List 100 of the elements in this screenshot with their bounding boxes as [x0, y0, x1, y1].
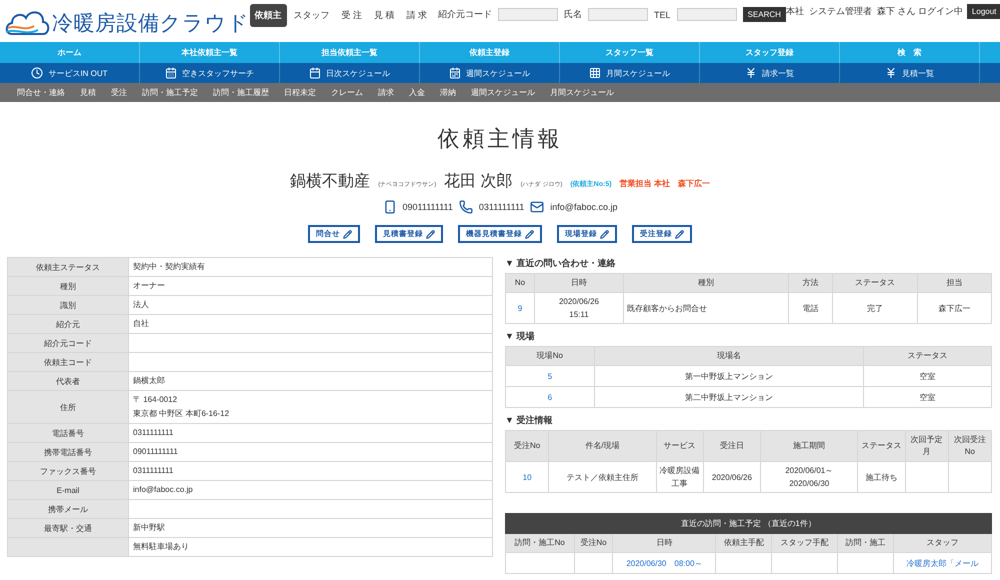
pencil-icon: [525, 230, 534, 239]
pencil-icon: [426, 230, 435, 239]
nav-link[interactable]: 週間スケジュール: [471, 87, 535, 98]
column-header: 受注日: [703, 430, 761, 462]
column-header: 受注No: [574, 534, 613, 553]
column-header: 訪問・施工: [838, 534, 894, 553]
nav-link[interactable]: 見積: [80, 87, 96, 98]
table-cell: 空室: [864, 386, 992, 408]
nav-link[interactable]: 入金: [409, 87, 425, 98]
field-value: 新中野駅: [133, 522, 166, 534]
field-value: 0311111111: [133, 427, 174, 440]
column-header: 日時: [534, 274, 624, 293]
nav-link[interactable]: 月間スケジュール: [550, 87, 614, 98]
link-cell[interactable]: 冷暖房太郎「メール: [893, 552, 992, 574]
field-label: 紹介元: [8, 314, 128, 334]
field-label: 代表者: [8, 372, 128, 391]
field-value: 09011111111: [133, 446, 179, 458]
field-value: 東京都 中野区 本町6-16-12: [133, 408, 230, 420]
menu-tab[interactable]: 見 積: [369, 4, 400, 27]
mail-icon: [530, 200, 544, 214]
table-cell: 空室: [864, 366, 992, 387]
column-header: 次回受注No: [948, 430, 992, 462]
column-header: ステータス: [832, 274, 918, 293]
column-header: 次回予定月: [905, 430, 948, 462]
field-value: 鍋横太郎: [133, 375, 166, 388]
pencil-icon: [675, 230, 684, 239]
field-label: 氏名: [564, 8, 582, 21]
table-cell: 既存顧客からお問合せ: [624, 292, 789, 324]
column-header: サービス: [656, 430, 704, 462]
column-header: スタッフ: [893, 534, 992, 553]
field-label: ファックス番号: [8, 462, 128, 481]
link-cell[interactable]: 2020/06/30 08:00～: [612, 552, 716, 574]
nav-link[interactable]: 訪問・施工履歴: [213, 87, 269, 98]
field-label: 住所: [8, 390, 128, 424]
nav-link[interactable]: 日程未定: [284, 87, 316, 98]
search-field[interactable]: [498, 8, 558, 21]
pencil-icon: [600, 230, 609, 239]
grid-icon: [589, 67, 601, 80]
field-label: 携帯メール: [8, 500, 128, 519]
column-header: 依頼主手配: [716, 534, 772, 553]
phone-icon: [458, 200, 473, 214]
column-header: No: [506, 274, 534, 293]
logo-text: 冷暖房設備クラウド: [52, 11, 250, 37]
nav-link[interactable]: 問合せ・連絡: [17, 87, 65, 98]
table-cell: 2020/06/26 15:11: [534, 292, 624, 324]
column-header: 現場No: [506, 346, 594, 366]
user-info: 本社 システム管理者 森下 さん ログイン中: [786, 5, 963, 18]
pencil-icon: [343, 230, 352, 239]
menu-tab[interactable]: 依頼主: [250, 4, 286, 27]
field-value: 無料駐車場あり: [133, 541, 190, 554]
smartphone-icon: [382, 200, 397, 214]
link-cell[interactable]: 9: [506, 292, 534, 324]
column-header: 受注No: [506, 430, 549, 462]
column-header: 種別: [624, 274, 789, 293]
table-cell: 2020/06/26: [703, 462, 761, 493]
table-cell: 2020/06/01～ 2020/06/30: [760, 462, 858, 493]
field-label: E-mail: [8, 480, 128, 500]
menu-tab[interactable]: 受 注: [336, 4, 368, 27]
nav-link[interactable]: 滞納: [440, 87, 456, 98]
logout-button[interactable]: Logout: [966, 4, 1000, 19]
field-value: 〒 164-0012: [133, 394, 178, 406]
column-header: ステータス: [858, 430, 906, 462]
nav-link[interactable]: クレーム: [331, 87, 363, 98]
table-cell: 第二中野坂上マンション: [594, 386, 864, 408]
field-label: 紹介元コード: [438, 8, 492, 21]
link-cell[interactable]: 10: [506, 462, 549, 493]
table-cell: 森下広一: [917, 292, 992, 324]
column-header: 訪問・施工No: [506, 534, 574, 553]
field-label: 紹介元コード: [8, 334, 128, 353]
table-title: 直近の訪問・施工予定 （直近の1件）: [506, 514, 992, 534]
section-title: ▼ 受注情報: [505, 414, 554, 428]
client-name: 花田 次郎: [444, 172, 513, 192]
contact-text: 09011111111: [402, 202, 453, 212]
search-field[interactable]: [676, 8, 737, 21]
column-header: 現場名: [594, 346, 864, 366]
column-header: 方法: [788, 274, 832, 293]
column-header: 施工期間: [760, 430, 858, 462]
link-cell[interactable]: 6: [506, 386, 594, 408]
column-header: スタッフ手配: [772, 534, 838, 553]
field-value: 0311111111: [133, 465, 174, 478]
menu-tab[interactable]: 請 求: [402, 4, 432, 27]
field-value: 契約中・契約実績有: [133, 261, 206, 274]
search-button[interactable]: SEARCH: [742, 7, 786, 22]
link-cell[interactable]: 5: [506, 366, 594, 387]
yen-icon: [745, 67, 757, 80]
field-label: TEL: [654, 10, 671, 20]
nav-link[interactable]: 請求: [378, 87, 394, 98]
table-cell: 第一中野坂上マンション: [594, 366, 864, 387]
nav-link[interactable]: 受注: [111, 87, 127, 98]
nav-link[interactable]: 訪問・施工予定: [142, 87, 198, 98]
table-cell: 冷暖房設備工事: [656, 462, 704, 493]
menu-tab[interactable]: スタッフ: [288, 4, 334, 27]
section-title: ▼ 直近の問い合わせ・連絡: [505, 257, 616, 270]
field-label: 電話番号: [8, 424, 128, 443]
field-label: 種別: [8, 276, 128, 296]
field-value: 法人: [133, 299, 150, 312]
contact-text: info@faboc.co.jp: [550, 202, 618, 212]
page-title: 依頼主情報: [436, 125, 564, 154]
sales-rep: 営業担当 本社 森下広一: [620, 178, 710, 190]
search-field[interactable]: [588, 8, 648, 21]
